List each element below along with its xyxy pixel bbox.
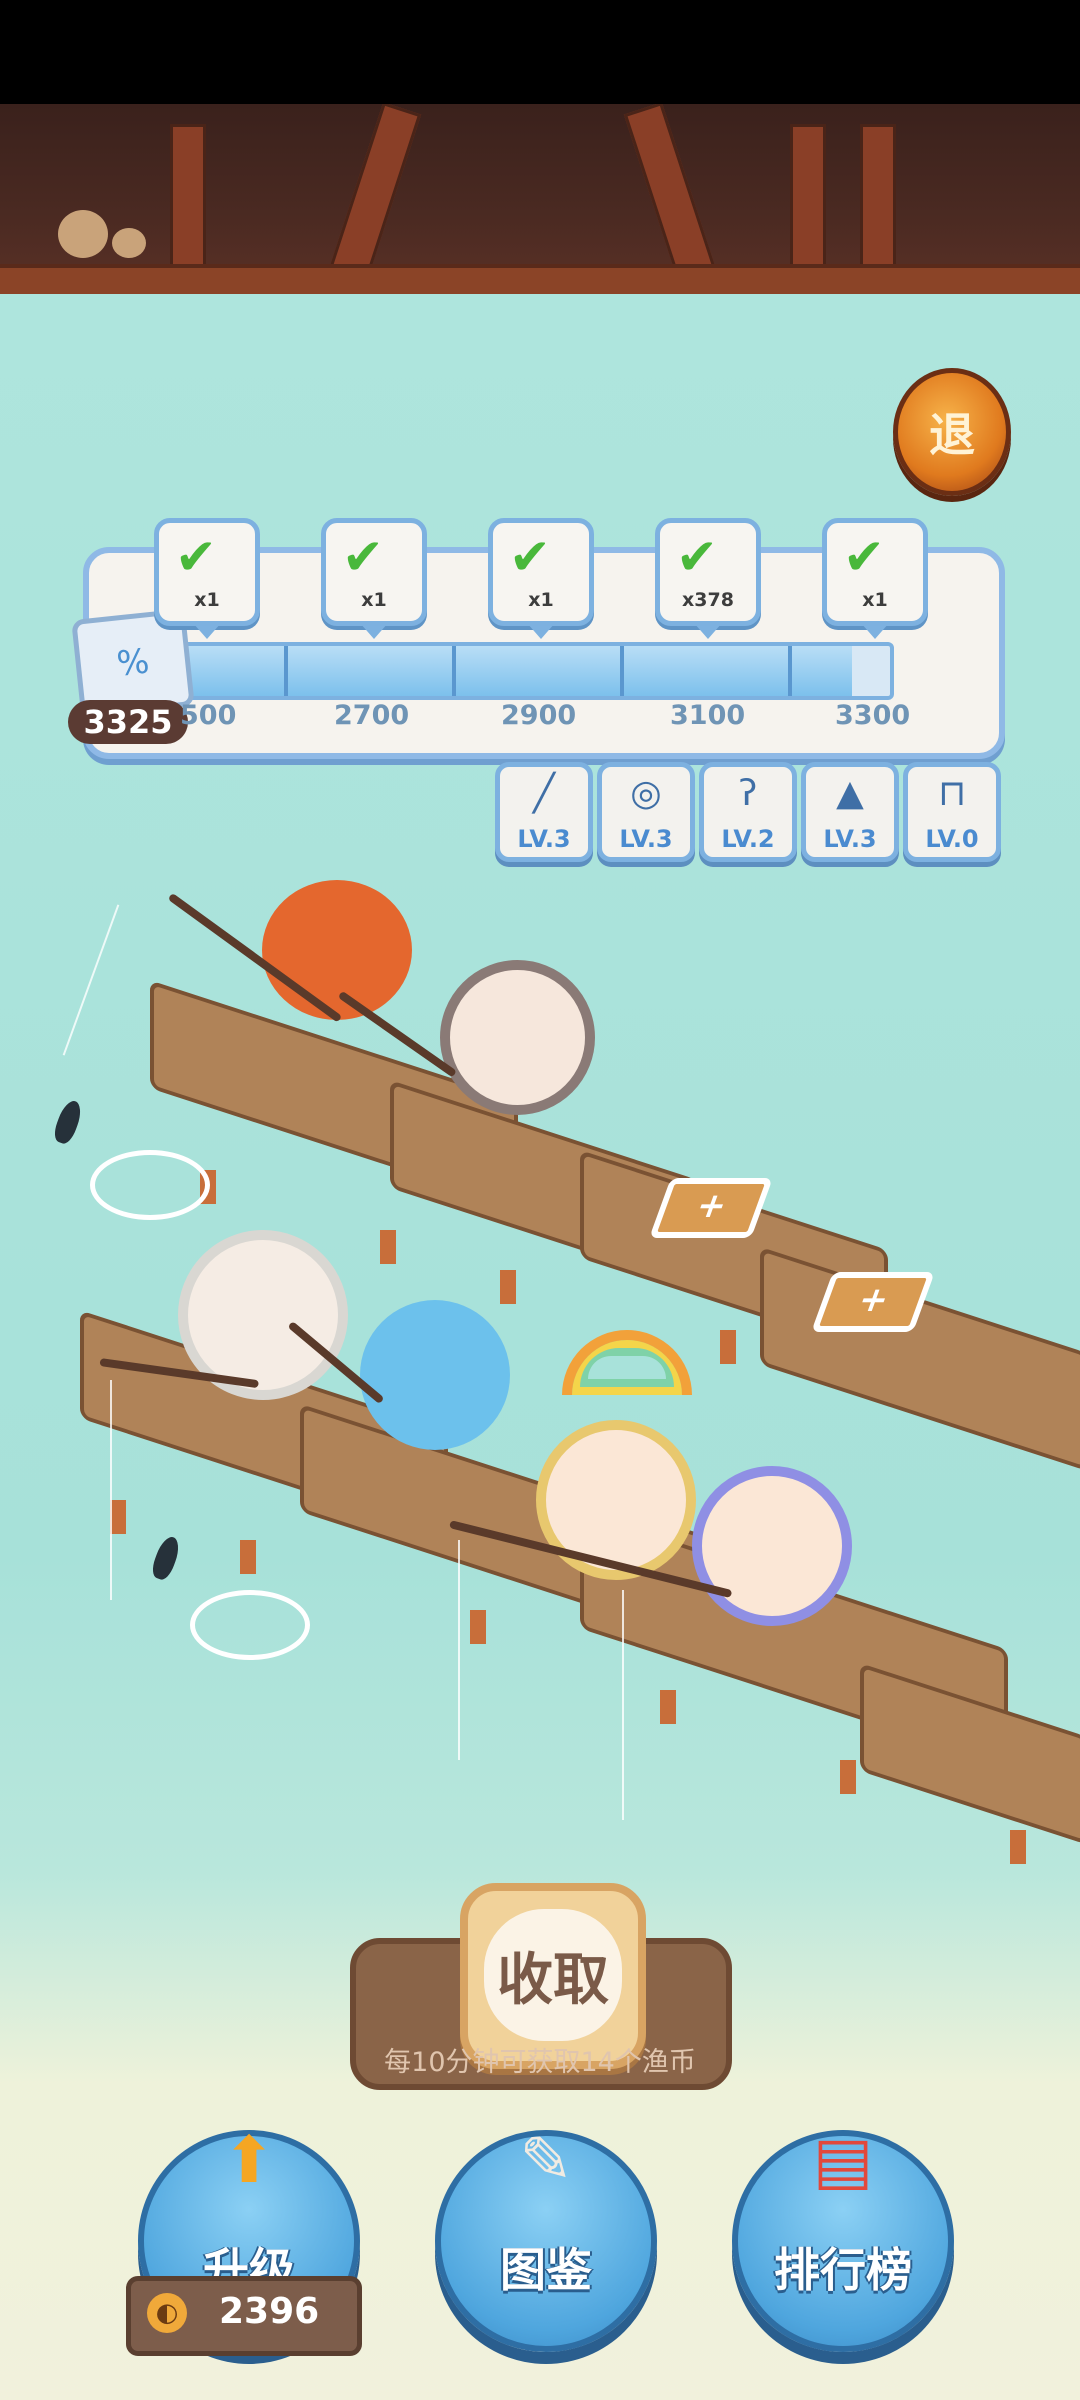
progress-tick (284, 646, 288, 696)
milestone-score: 500 (180, 700, 237, 731)
hat-icon: ▲ (836, 773, 864, 814)
fishing-line (622, 1590, 624, 1820)
roof-post (790, 124, 826, 280)
milestone-reward-5[interactable]: ✔ x1 (822, 518, 928, 639)
milestone-pointer (193, 623, 221, 639)
milestone-score: 2700 (334, 700, 410, 731)
reel-icon: ◎ (630, 773, 662, 814)
bird-icon (112, 228, 146, 258)
dock-leg (240, 1540, 256, 1574)
bird-icon (58, 210, 108, 258)
milestone-reward-2[interactable]: ✔ x1 (321, 518, 427, 639)
stool-icon: ⊓ (937, 773, 967, 814)
roof-beam (0, 264, 1080, 294)
dock-leg (1010, 1830, 1026, 1864)
gear-slot-rod[interactable]: ╱ LV.3 (495, 762, 593, 862)
progress-tick (452, 646, 456, 696)
exit-button[interactable]: 退 (893, 368, 1011, 496)
gear-level: LV.3 (619, 825, 673, 853)
gear-level: LV.3 (823, 825, 877, 853)
milestone-count: x378 (682, 589, 734, 611)
scroll-icon: ✎ (519, 2124, 573, 2198)
splash-effect (90, 1150, 210, 1220)
fisher-rabbit-character (360, 1300, 510, 1450)
roof-scenery (0, 104, 1080, 294)
empty-seat-add-button[interactable]: + (811, 1272, 935, 1332)
milestone-reward-1[interactable]: ✔ x1 (154, 518, 260, 639)
reward-progress-bar (118, 642, 894, 700)
fisher-girl-character (440, 960, 595, 1115)
roof-post (860, 124, 896, 280)
checkmark-icon: ✔ (676, 528, 718, 586)
milestone-reward-4[interactable]: ✔ x378 (655, 518, 761, 639)
gear-level: LV.2 (721, 825, 775, 853)
gear-level: LV.0 (925, 825, 979, 853)
milestone-pointer (694, 623, 722, 639)
checkmark-icon: ✔ (843, 528, 885, 586)
collection-button[interactable]: ✎ 图鉴 (435, 2124, 657, 2352)
fisher-cat-character (262, 880, 412, 1020)
progress-tick (620, 646, 624, 696)
roof-post (623, 104, 717, 282)
milestone-score: 2900 (501, 700, 577, 731)
fishing-line (458, 1540, 460, 1760)
up-arrow-icon: ⬆ (222, 2124, 276, 2198)
roof-post (170, 124, 206, 280)
dock-leg (110, 1500, 126, 1534)
leaderboard-label: 排行榜 (774, 2243, 912, 2297)
milestone-count: x1 (361, 589, 387, 611)
checkmark-icon: ✔ (342, 528, 384, 586)
dock-leg (500, 1270, 516, 1304)
milestone-count: x1 (194, 589, 220, 611)
dock-leg (840, 1760, 856, 1794)
current-score: 3325 (68, 700, 188, 744)
milestone-count: x1 (528, 589, 554, 611)
gear-level: LV.3 (517, 825, 571, 853)
hook-icon: ʔ (738, 773, 758, 814)
milestone-reward-3[interactable]: ✔ x1 (488, 518, 594, 639)
gear-slot-stool[interactable]: ⊓ LV.0 (903, 762, 1001, 862)
fish-coin-icon: ◐ (147, 2293, 187, 2333)
milestone-score: 3300 (835, 700, 911, 731)
fishing-rod-icon: ╱ (533, 773, 555, 814)
status-bar (0, 0, 1080, 104)
dock-leg (660, 1690, 676, 1724)
checkmark-icon: ✔ (509, 528, 551, 586)
fishing-line (110, 1380, 112, 1600)
dock-leg (720, 1330, 736, 1364)
gear-slot-hook[interactable]: ʔ LV.2 (699, 762, 797, 862)
splash-effect (190, 1590, 310, 1660)
milestone-pointer (861, 623, 889, 639)
fisher-blonde-character (536, 1420, 696, 1580)
fish-coin-balance: ◐ 2396 (126, 2276, 362, 2356)
roof-post (328, 104, 422, 282)
gear-slot-reel[interactable]: ◎ LV.3 (597, 762, 695, 862)
leaderboard-button[interactable]: ▤ 排行榜 (732, 2124, 954, 2352)
dock-leg (470, 1610, 486, 1644)
checkmark-icon: ✔ (175, 528, 217, 586)
milestone-score: 3100 (670, 700, 746, 731)
progress-tick (788, 646, 792, 696)
dock-leg (380, 1230, 396, 1264)
empty-seat-add-button[interactable]: + (649, 1178, 773, 1238)
gear-slot-hat[interactable]: ▲ LV.3 (801, 762, 899, 862)
milestone-pointer (527, 623, 555, 639)
milestone-count: x1 (862, 589, 888, 611)
collect-label: 收取 (484, 1909, 622, 2041)
collection-label: 图鉴 (500, 2243, 592, 2297)
leaderboard-icon: ▤ (812, 2124, 874, 2198)
progress-fill (122, 646, 852, 696)
fisher-purple-hair-character (692, 1466, 852, 1626)
collect-hint: 每10分钟可获取14个渔币 (384, 2047, 696, 2078)
milestone-pointer (360, 623, 388, 639)
coin-value: 2396 (219, 2291, 320, 2332)
